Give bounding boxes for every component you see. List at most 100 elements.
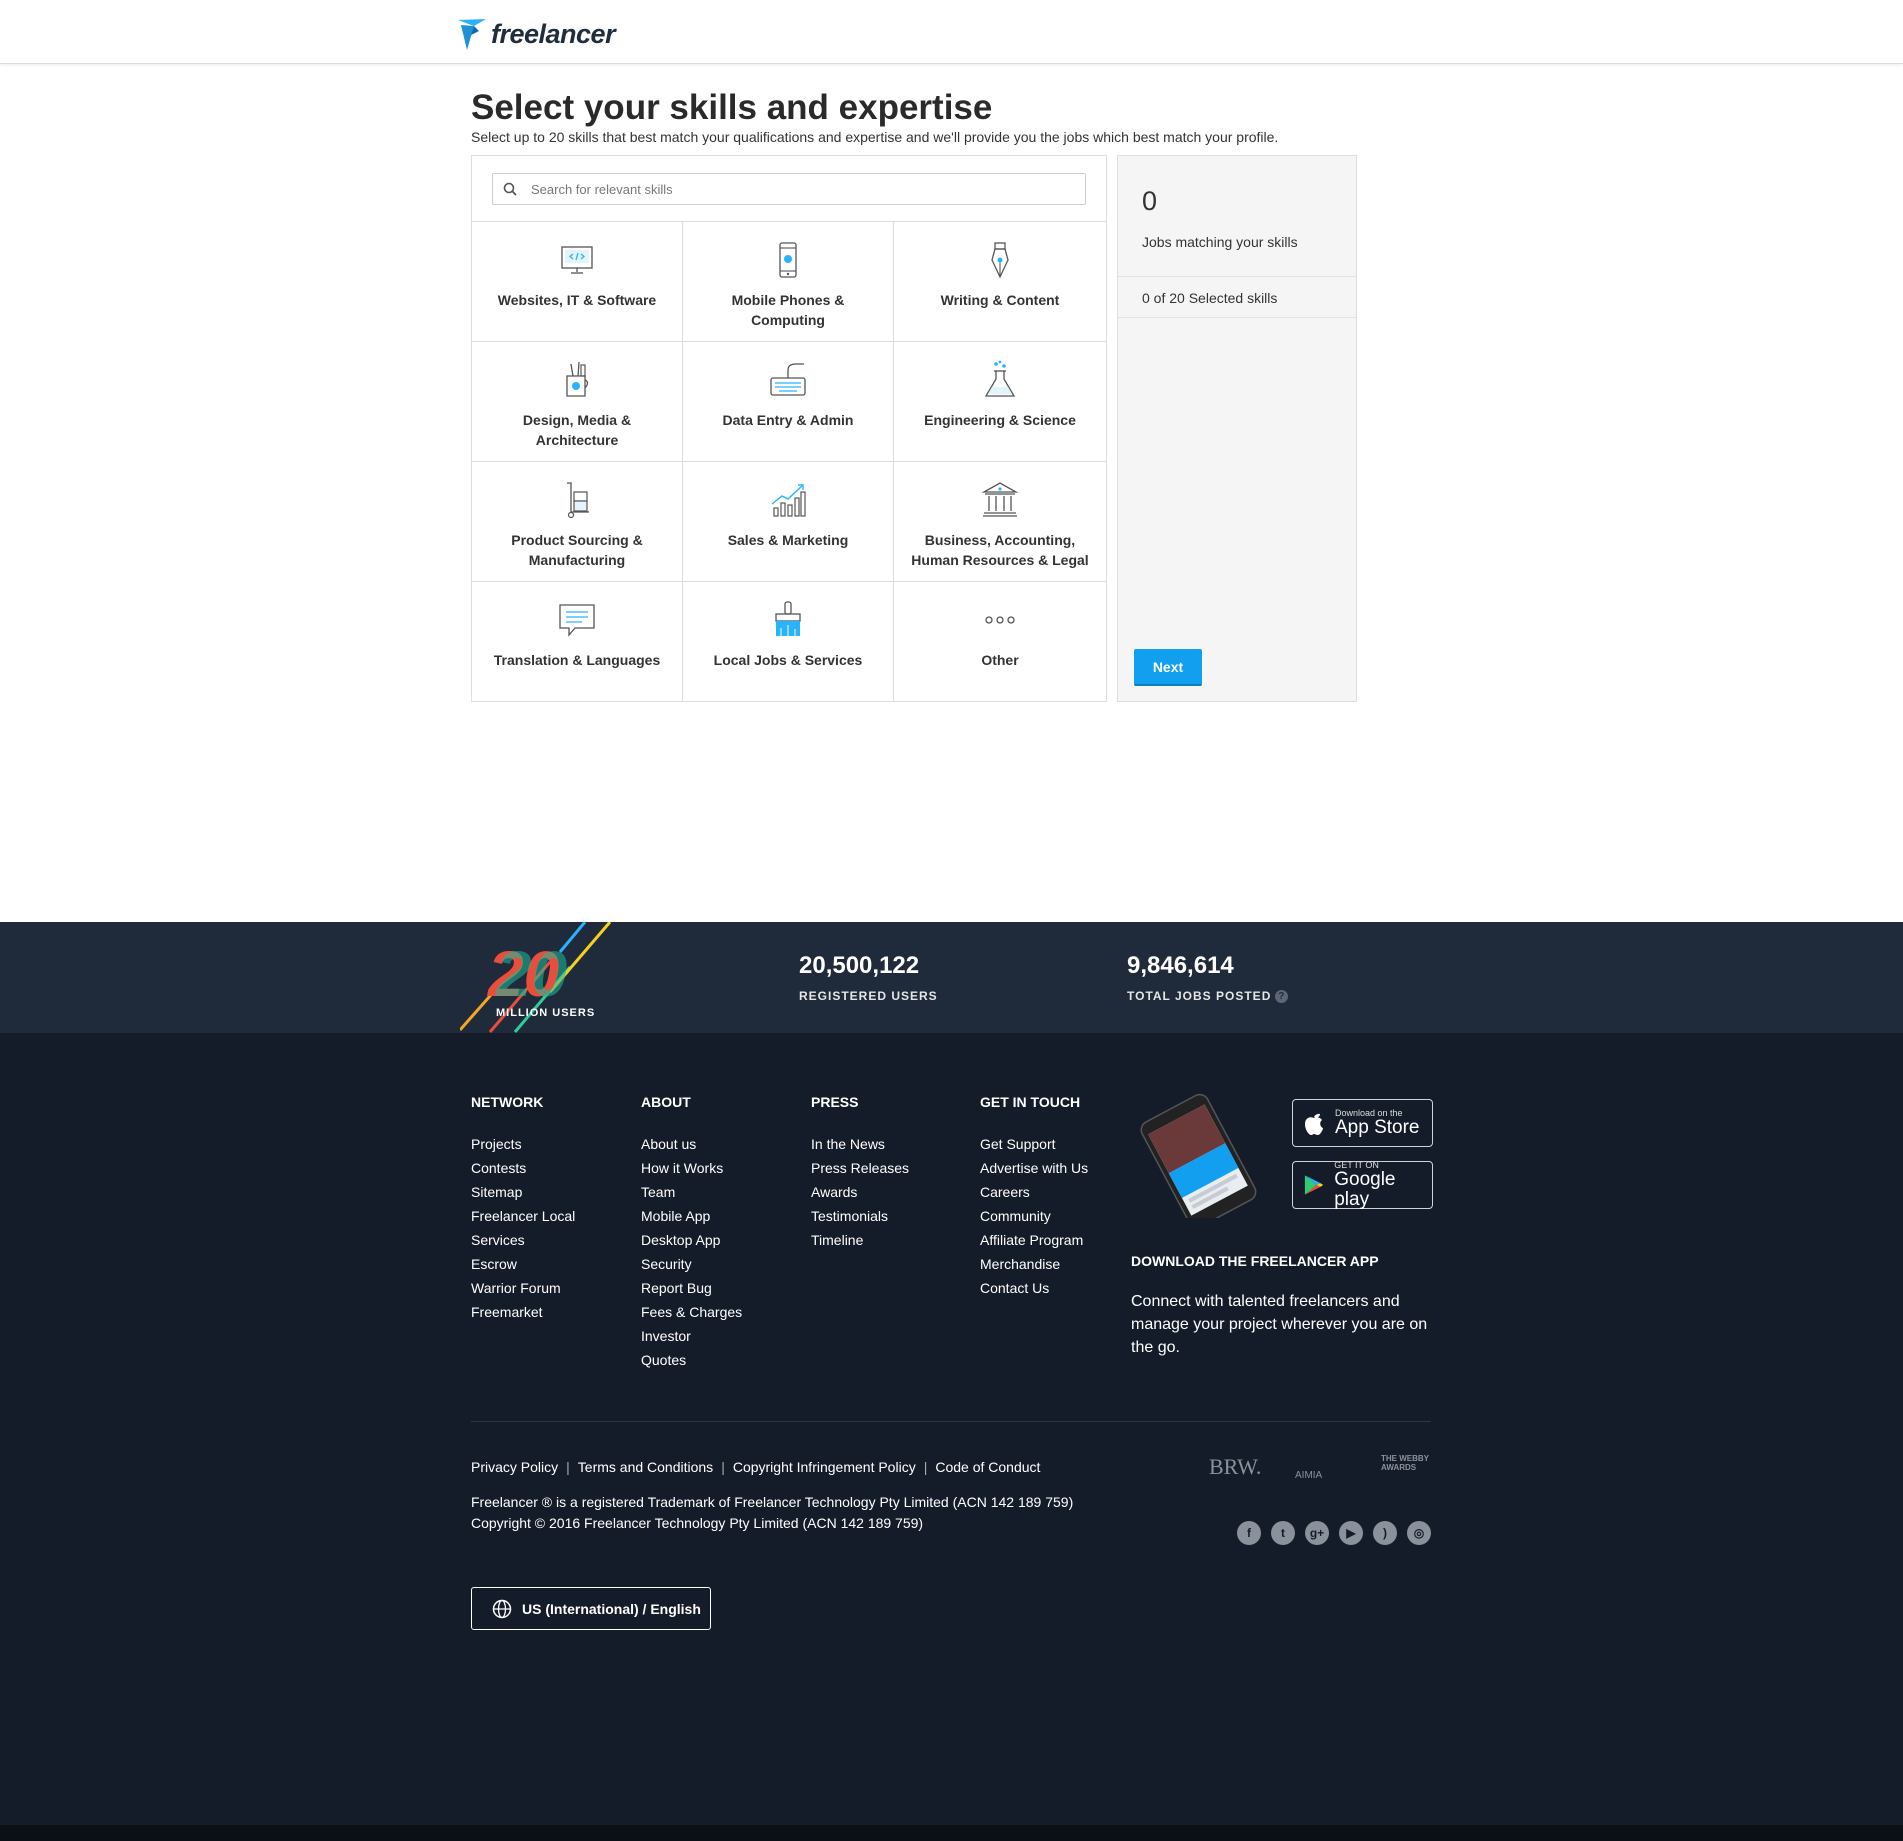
category-other[interactable]: Other [894, 582, 1106, 701]
logo-wordmark: freelancer [491, 18, 616, 49]
svg-text:MILLION USERS: MILLION USERS [496, 1007, 595, 1019]
google-play-big-text: Google play [1334, 1169, 1396, 1210]
selection-summary-panel: 0 Jobs matching your skills 0 of 20 Sele… [1117, 155, 1357, 702]
freelancer-logo[interactable]: freelancer [457, 10, 616, 58]
google-play-button[interactable]: GET IT ON Google play [1292, 1160, 1433, 1210]
footer-link[interactable]: Mobile App [641, 1204, 742, 1228]
footer-link[interactable]: Merchandise [980, 1252, 1088, 1276]
bar-chart-icon [768, 480, 808, 520]
registered-users-label: REGISTERED USERS [799, 989, 938, 1003]
language-selector-button[interactable]: US (International) / English [471, 1587, 711, 1630]
category-local-jobs-services[interactable]: Local Jobs & Services [683, 582, 894, 701]
hand-truck-icon [557, 480, 597, 520]
top-header: freelancer [0, 0, 1903, 64]
twenty-million-badge: 20 20 MILLION USERS [460, 922, 612, 1033]
privacy-policy-link[interactable]: Privacy Policy [471, 1459, 558, 1475]
category-label: Mobile Phones & Computing [731, 292, 845, 328]
twitter-icon[interactable]: t [1271, 1521, 1295, 1545]
svg-text:20: 20 [495, 938, 567, 1010]
category-translation-languages[interactable]: Translation & Languages [472, 582, 683, 701]
footer-link[interactable]: Timeline [811, 1228, 909, 1252]
footer-column-network: NETWORK Projects Contests Sitemap Freela… [471, 1094, 575, 1324]
footer-link[interactable]: Contests [471, 1156, 575, 1180]
footer [0, 1033, 1903, 1825]
footer-link[interactable]: In the News [811, 1132, 909, 1156]
category-label: Writing & Content [940, 292, 1060, 308]
category-mobile-phones-computing[interactable]: Mobile Phones & Computing [683, 222, 894, 342]
footer-link[interactable]: Quotes [641, 1348, 742, 1372]
footer-link[interactable]: Team [641, 1180, 742, 1204]
category-label: Data Entry & Admin [722, 412, 854, 428]
code-of-conduct-link[interactable]: Code of Conduct [935, 1459, 1040, 1475]
search-box[interactable] [492, 173, 1086, 205]
jobs-count: 0 [1142, 186, 1158, 216]
jobs-label: Jobs matching your skills [1142, 234, 1298, 250]
page-title: Select your skills and expertise [471, 88, 993, 127]
footer-link[interactable]: Testimonials [811, 1204, 909, 1228]
google-plus-icon[interactable]: g+ [1305, 1521, 1329, 1545]
footer-link[interactable]: Desktop App [641, 1228, 742, 1252]
footer-heading: PRESS [811, 1094, 859, 1110]
footer-link[interactable]: Security [641, 1252, 742, 1276]
footer-link[interactable]: Press Releases [811, 1156, 909, 1180]
footer-link[interactable]: Projects [471, 1132, 575, 1156]
category-engineering-science[interactable]: Engineering & Science [894, 342, 1106, 462]
footer-link[interactable]: Careers [980, 1180, 1088, 1204]
footer-link[interactable]: Freemarket [471, 1300, 575, 1324]
app-store-button[interactable]: Download on the App Store [1292, 1099, 1433, 1147]
category-design-media-architecture[interactable]: Design, Media & Architecture [472, 342, 683, 462]
youtube-icon[interactable]: ▶ [1339, 1521, 1363, 1545]
category-label: Sales & Marketing [727, 532, 849, 548]
copyright-policy-link[interactable]: Copyright Infringement Policy [733, 1459, 916, 1475]
footer-link[interactable]: Sitemap [471, 1180, 575, 1204]
mobile-phone-icon [768, 240, 808, 280]
footer-heading: NETWORK [471, 1094, 544, 1110]
download-app-title: DOWNLOAD THE FREELANCER APP [1131, 1253, 1379, 1269]
trademark-text: Freelancer ® is a registered Trademark o… [471, 1492, 1073, 1534]
brw-award-logo: BRW. [1209, 1454, 1262, 1479]
category-label: Other [981, 652, 1019, 668]
category-websites-it-software[interactable]: Websites, IT & Software [472, 222, 683, 342]
legal-links: Privacy Policy | Terms and Conditions | Copy… [471, 1459, 1041, 1475]
terms-link[interactable]: Terms and Conditions [578, 1459, 713, 1475]
footer-link[interactable]: Warrior Forum [471, 1276, 575, 1300]
globe-icon [492, 1599, 512, 1618]
registered-users-count: 20,500,122 [799, 952, 920, 979]
search-input[interactable] [531, 181, 1071, 197]
speech-bubble-icon [557, 600, 597, 640]
footer-link[interactable]: Affiliate Program [980, 1228, 1088, 1252]
facebook-icon[interactable]: f [1237, 1521, 1261, 1545]
flask-icon [980, 360, 1020, 400]
footer-column-press: PRESS In the News Press Releases Awards … [811, 1094, 909, 1252]
instagram-icon[interactable]: ◎ [1407, 1521, 1431, 1545]
footer-link[interactable]: Get Support [980, 1132, 1088, 1156]
keyboard-icon [768, 360, 808, 400]
category-sales-marketing[interactable]: Sales & Marketing [683, 462, 894, 582]
footer-link[interactable]: How it Works [641, 1156, 742, 1180]
footer-link[interactable]: Awards [811, 1180, 909, 1204]
footer-link[interactable]: Contact Us [980, 1276, 1088, 1300]
footer-link[interactable]: Fees & Charges [641, 1300, 742, 1324]
bank-icon [980, 480, 1020, 520]
search-icon [503, 182, 517, 196]
footer-link[interactable]: Report Bug [641, 1276, 742, 1300]
monitor-code-icon [557, 240, 597, 280]
next-button[interactable]: Next [1134, 649, 1202, 686]
footer-link[interactable]: Investor [641, 1324, 742, 1348]
rss-icon[interactable]: ) [1373, 1521, 1397, 1545]
pen-nib-icon [980, 240, 1020, 280]
category-product-sourcing-manufacturing[interactable]: Product Sourcing & Manufacturing [472, 462, 683, 582]
footer-link[interactable]: Community [980, 1204, 1088, 1228]
category-label: Local Jobs & Services [713, 652, 863, 668]
category-writing-content[interactable]: Writing & Content [894, 222, 1106, 342]
footer-link[interactable]: Advertise with Us [980, 1156, 1088, 1180]
category-business-accounting-hr-legal[interactable]: Business, Accounting, Human Resources & … [894, 462, 1106, 582]
footer-link[interactable]: About us [641, 1132, 742, 1156]
help-icon[interactable]: ? [1275, 990, 1289, 1004]
webby-award-logo: THE WEBBY AWARDS [1381, 1454, 1429, 1472]
footer-link[interactable]: Services [471, 1228, 575, 1252]
footer-link[interactable]: Escrow [471, 1252, 575, 1276]
category-data-entry-admin[interactable]: Data Entry & Admin [683, 342, 894, 462]
aimia-award-logo: AIMIA [1295, 1470, 1323, 1481]
footer-link[interactable]: Freelancer Local [471, 1204, 575, 1228]
